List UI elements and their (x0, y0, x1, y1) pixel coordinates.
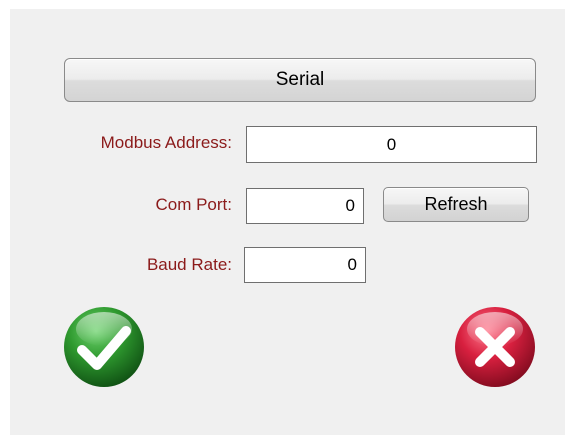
serial-mode-button[interactable]: Serial (64, 58, 536, 102)
baud-rate-label: Baud Rate: (146, 255, 232, 274)
modbus-address-label: Modbus Address: (100, 133, 232, 152)
refresh-button-label: Refresh (424, 194, 488, 214)
serial-settings-dialog: Serial Modbus Address: 0 Com Port: 0 Ref… (10, 9, 565, 435)
com-port-input[interactable]: 0 (246, 188, 364, 224)
baud-rate-value: 0 (347, 255, 357, 274)
serial-mode-label: Serial (275, 69, 325, 90)
com-port-value: 0 (345, 196, 355, 215)
com-port-label: Com Port: (155, 195, 232, 214)
checkmark-icon (64, 307, 144, 387)
refresh-button[interactable]: Refresh (383, 187, 529, 222)
modbus-address-value: 0 (386, 134, 397, 154)
modbus-address-input[interactable]: 0 (246, 126, 537, 163)
baud-rate-input[interactable]: 0 (244, 247, 366, 283)
x-cross-icon (455, 307, 535, 387)
cancel-button[interactable] (453, 305, 537, 389)
ok-button[interactable] (62, 305, 146, 389)
